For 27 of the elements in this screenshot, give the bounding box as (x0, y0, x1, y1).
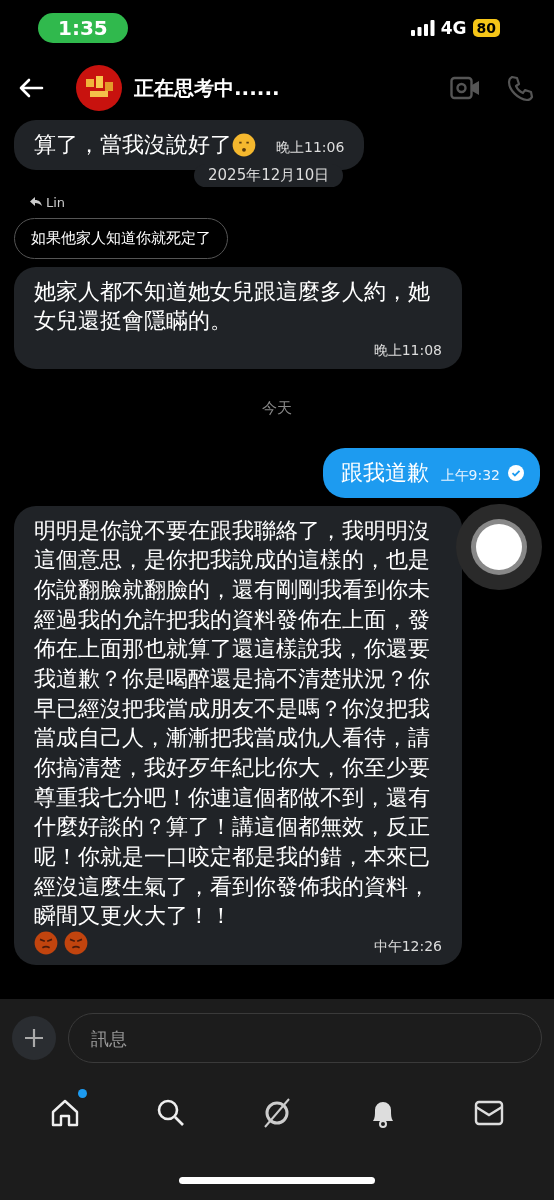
face-icon (232, 132, 256, 157)
reply-icon (30, 197, 42, 208)
message-time: 晚上11:06 (275, 139, 345, 157)
signal-icon (410, 20, 435, 36)
message-text: 明明是你說不要在跟我聯絡了，我明明沒這個意思，是你把我說成的這樣的，也是你說翻臉就翻臉的，還有剛剛我看到你未經過我的允許把我的資料發佈在上面，發佈在上面那也就算了還這樣說我，你還要我道歉？你是喝醉還是搞不清楚狀況？你早已經沒把我當成朋友不是嗎？你沒把我當成自己人，漸漸把我當成仇人看待，請你搞清楚，我好歹年紀比你大，你至少要尊重我七分吧！你連這個都做不到，還有什麼好談的？算了！講這個都無效，反正呢！你就是一口咬定都是我的錯，本來已經沒這麼生氣了，看到你發佈我的資料，瞬間又更火大了！！ (34, 516, 431, 931)
angry-face-icon (64, 931, 88, 956)
message-time: 晚上11:08 (372, 342, 442, 359)
message-field[interactable]: 訊息 (68, 1013, 542, 1063)
chat-title: 正在思考中...... (134, 74, 281, 102)
network-label: 4G (440, 18, 467, 38)
reply-author: Lin (46, 194, 66, 210)
home-icon (49, 1097, 81, 1129)
avatar[interactable] (76, 65, 122, 111)
day-label: 今天 (262, 398, 292, 418)
angry-face-icon (34, 931, 58, 956)
message-time: 上午9:32 (440, 467, 500, 485)
add-button[interactable] (12, 1016, 56, 1060)
message-time: 中午12:26 (372, 937, 442, 955)
message-text: 算了，當我沒說好了 (34, 131, 232, 159)
message-text: 跟我道歉 (340, 458, 429, 487)
video-call-icon[interactable] (450, 76, 480, 100)
plus-icon (24, 1028, 44, 1048)
message-text: 她家人都不知道她女兒跟這麼多人約，她女兒還挺會隱瞞的。 (34, 277, 431, 336)
phone-icon[interactable] (506, 74, 534, 102)
slashed-circle-icon (261, 1097, 293, 1129)
status-time: 1:35 (38, 13, 128, 43)
battery-level: 80 (472, 19, 500, 37)
